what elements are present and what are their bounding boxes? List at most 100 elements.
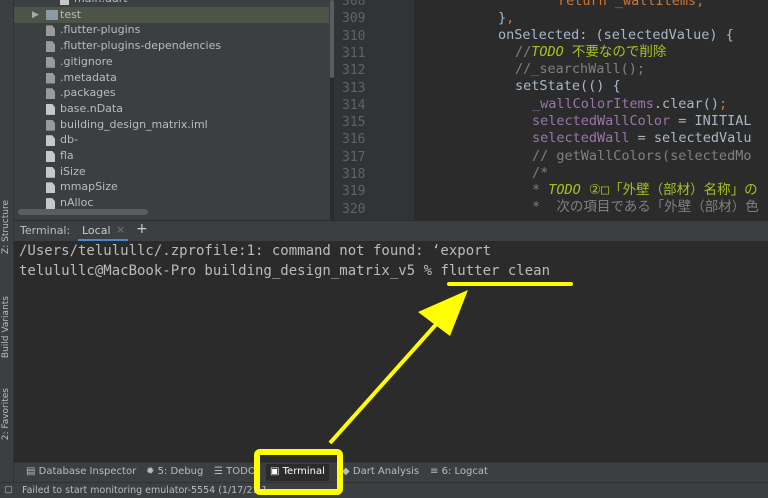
line-number: 319 xyxy=(342,184,366,200)
tab-label: Dart Analysis xyxy=(352,466,420,477)
bottom-tool-bar: ▤ Database Inspector ✹ 5: Debug ☰ TODO ▣… xyxy=(14,462,768,482)
terminal-output[interactable]: /Users/telulullc/.zprofile:1: command no… xyxy=(14,241,768,462)
todo-text: ②□「外壁（部材）名称」の xyxy=(580,182,758,198)
code-field: _wallColorItems xyxy=(532,96,654,112)
terminal-header: Terminal: Local × + xyxy=(14,220,768,241)
close-tab-icon[interactable]: × xyxy=(116,223,125,236)
line-number: 311 xyxy=(342,45,366,61)
status-icon[interactable]: ▢ xyxy=(4,484,13,495)
tree-item[interactable]: .packages xyxy=(14,85,329,101)
editor-gutter: 308 309 310 311 312 313 314 315 316 317 318 319 320 xyxy=(334,0,414,220)
tree-item[interactable]: building_design_matrix.iml xyxy=(14,117,329,133)
tree-item-label: iSize xyxy=(60,164,86,178)
terminal-line: /Users/telulullc/.zprofile:1: command no… xyxy=(19,243,492,259)
code-line: return _wallItems; xyxy=(558,0,705,9)
todo-text: 不要なので削除 xyxy=(563,44,667,60)
code-line: * 次の項目である「外壁（部材）色 xyxy=(532,199,759,215)
tree-item-label: mmapSize xyxy=(60,180,118,194)
code-line: setState(() { xyxy=(515,78,621,94)
file-icon xyxy=(60,0,69,5)
tree-item[interactable]: .flutter-plugins-dependencies xyxy=(14,38,329,54)
line-number: 313 xyxy=(342,80,366,96)
line-number: 309 xyxy=(342,11,366,27)
file-icon xyxy=(46,135,55,147)
line-number: 315 xyxy=(342,115,366,131)
line-number: 316 xyxy=(342,132,366,148)
terminal-prompt: telulullc@MacBook-Pro building_design_ma… xyxy=(19,263,441,279)
status-message: Failed to start monitoring emulator-5554… xyxy=(22,485,268,496)
tree-horizontal-scrollbar[interactable] xyxy=(18,209,148,215)
tree-vertical-scrollbar[interactable] xyxy=(330,0,334,78)
tree-item[interactable]: iSize xyxy=(14,164,329,180)
terminal-tab[interactable]: ▣ Terminal xyxy=(266,464,329,481)
line-number: 314 xyxy=(342,97,366,113)
tree-item[interactable]: .metadata xyxy=(14,70,329,86)
code-line: } xyxy=(498,10,507,26)
code-line: //_searchWall(); xyxy=(515,61,646,77)
tree-item-label: fla xyxy=(60,149,74,162)
folder-icon xyxy=(46,9,58,20)
favorites-tab[interactable]: 2: Favorites xyxy=(1,388,11,440)
status-bar: ▢ Failed to start monitoring emulator-55… xyxy=(0,482,768,498)
tab-label: Terminal xyxy=(282,466,325,477)
tree-item[interactable]: mmapSize xyxy=(14,179,329,195)
tree-item-label: .metadata xyxy=(60,70,117,84)
left-tool-strip: Z: Structure Build Variants 2: Favorites xyxy=(0,0,14,482)
line-number: 318 xyxy=(342,167,366,182)
tree-item-label: .packages xyxy=(60,86,116,100)
todo-tag: TODO xyxy=(548,182,581,198)
terminal-command: flutter clean xyxy=(440,263,551,279)
config-file-icon xyxy=(46,56,55,68)
tree-item-label: base.nData xyxy=(60,101,123,115)
dart-analysis-tab[interactable]: ◆ Dart Analysis xyxy=(342,466,419,477)
project-tree: main.dart▶test.flutter-plugins.flutter-p… xyxy=(14,0,330,220)
config-file-icon xyxy=(46,88,55,100)
terminal-tab-local[interactable]: Local xyxy=(82,224,111,237)
build-variants-tab[interactable]: Build Variants xyxy=(1,296,11,358)
code-expr: = selectedValu xyxy=(629,130,752,146)
code-punct: ; xyxy=(718,96,728,112)
tab-label: Database Inspector xyxy=(38,466,137,477)
code-field: selectedWallColor xyxy=(532,113,671,129)
todo-tab[interactable]: ☰ TODO xyxy=(214,466,256,477)
code-editor[interactable]: return _wallItems; }, onSelected: (selec… xyxy=(414,0,768,220)
tree-item[interactable]: .flutter-plugins xyxy=(14,22,329,38)
expand-arrow-icon[interactable]: ▶ xyxy=(32,7,39,23)
todo-tag: TODO xyxy=(531,44,564,60)
debug-tab[interactable]: ✹ 5: Debug xyxy=(146,466,203,477)
code-comment: // xyxy=(515,44,532,60)
config-file-icon xyxy=(46,72,55,84)
tree-item-label: db- xyxy=(60,133,78,147)
tree-item-label: building_design_matrix.iml xyxy=(60,117,208,131)
file-icon xyxy=(46,151,55,162)
config-file-icon xyxy=(46,25,55,37)
code-punct: , xyxy=(506,10,515,26)
tree-item-label: .flutter-plugins-dependencies xyxy=(60,39,222,53)
code-expr: = INITIAL xyxy=(670,113,752,129)
add-tab-icon[interactable]: + xyxy=(136,221,148,237)
code-line: onSelected: (selectedValue) { xyxy=(498,27,734,43)
structure-tab[interactable]: Z: Structure xyxy=(1,200,11,254)
tree-item[interactable]: fla xyxy=(14,148,329,164)
line-number: 310 xyxy=(342,28,366,44)
file-icon xyxy=(46,182,55,194)
tree-item[interactable]: .gitignore xyxy=(14,54,329,70)
tree-item-label: .gitignore xyxy=(60,54,113,68)
database-inspector-tab[interactable]: ▤ Database Inspector xyxy=(26,466,136,477)
config-file-icon xyxy=(46,41,55,53)
code-field: selectedWall xyxy=(532,130,630,146)
line-number: 312 xyxy=(342,63,366,79)
logcat-tab[interactable]: ≡ 6: Logcat xyxy=(430,466,488,477)
tree-item[interactable]: db- xyxy=(14,132,329,148)
code-line: /* xyxy=(532,165,549,181)
tab-label: TODO xyxy=(226,466,256,477)
file-icon xyxy=(46,103,55,115)
line-number: 317 xyxy=(342,149,366,165)
tree-item[interactable]: ▶ test xyxy=(14,6,329,23)
tree-item-label: .flutter-plugins xyxy=(60,23,141,37)
tree-item-label: test xyxy=(60,7,82,21)
line-number: 308 xyxy=(342,0,366,9)
code-line: // getWallColors(selectedMo xyxy=(532,148,752,164)
file-icon xyxy=(46,198,55,210)
tree-item[interactable]: base.nData xyxy=(14,101,329,117)
